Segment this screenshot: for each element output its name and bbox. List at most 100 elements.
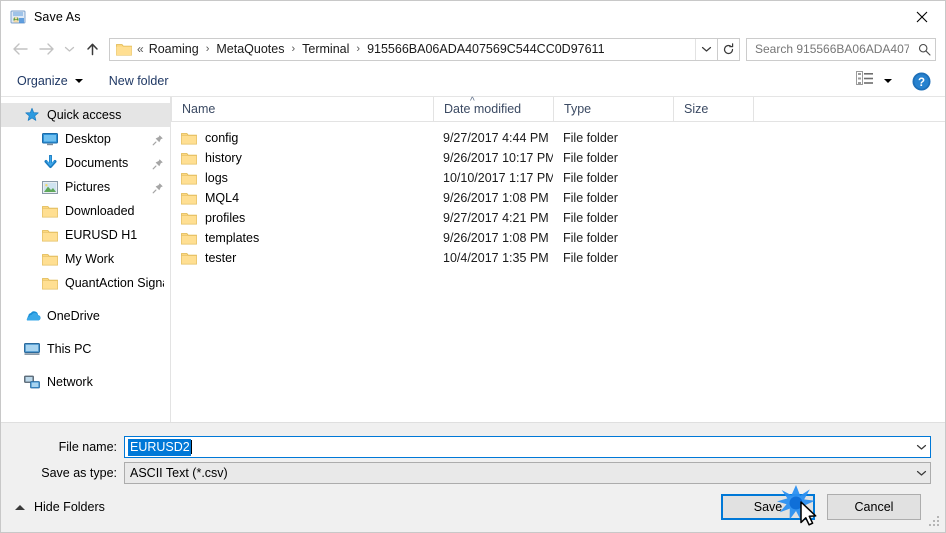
sidebar-item-label: Desktop bbox=[65, 132, 111, 146]
cancel-button[interactable]: Cancel bbox=[827, 494, 921, 520]
column-header-type[interactable]: Type bbox=[553, 97, 673, 121]
file-name-input[interactable]: EURUSD2 bbox=[124, 436, 931, 458]
table-row[interactable]: config 9/27/2017 4:44 PM File folder bbox=[171, 128, 945, 148]
breadcrumb-item-1[interactable]: MetaQuotes bbox=[214, 42, 286, 56]
sidebar-item-label: This PC bbox=[47, 342, 92, 356]
sidebar-item-network[interactable]: Network bbox=[1, 370, 170, 394]
file-name-dropdown-icon[interactable] bbox=[913, 437, 930, 457]
sidebar-item-this-pc[interactable]: This PC bbox=[1, 337, 170, 361]
file-row-name: templates bbox=[171, 231, 433, 245]
breadcrumb-separator: › bbox=[291, 42, 296, 55]
pin-icon[interactable] bbox=[152, 181, 164, 194]
sidebar-item-quantaction-signal[interactable]: QuantAction Signal bbox=[1, 271, 170, 295]
sidebar-item-eurusd-h1[interactable]: EURUSD H1 bbox=[1, 223, 170, 247]
sidebar-item-label: Downloaded bbox=[65, 204, 135, 218]
sidebar-item-desktop[interactable]: Desktop bbox=[1, 127, 170, 151]
sidebar-item-documents[interactable]: Documents bbox=[1, 151, 170, 175]
breadcrumb-item-0[interactable]: Roaming bbox=[147, 42, 201, 56]
breadcrumb-item-3[interactable]: 915566BA06ADA407569C544CC0D97611 bbox=[365, 42, 606, 56]
folder-icon bbox=[181, 151, 197, 165]
file-row-type: File folder bbox=[563, 131, 618, 145]
address-dropdown-icon[interactable] bbox=[695, 38, 717, 60]
table-row[interactable]: logs 10/10/2017 1:17 PM File folder bbox=[171, 168, 945, 188]
folder-icon bbox=[181, 211, 197, 225]
pin-icon[interactable] bbox=[152, 133, 164, 146]
save-button[interactable]: Save bbox=[721, 494, 815, 520]
search-input[interactable] bbox=[747, 42, 913, 56]
file-row-date: 10/4/2017 1:35 PM bbox=[443, 251, 549, 265]
file-row-type: File folder bbox=[563, 191, 618, 205]
refresh-button[interactable] bbox=[718, 37, 740, 61]
view-mode-button[interactable] bbox=[856, 71, 892, 91]
table-row[interactable]: tester 10/4/2017 1:35 PM File folder bbox=[171, 248, 945, 268]
file-name-text: tester bbox=[205, 251, 237, 265]
save-as-icon bbox=[10, 9, 26, 25]
column-header-size[interactable]: Size bbox=[673, 97, 753, 121]
text-caret bbox=[190, 440, 192, 454]
forward-button[interactable] bbox=[33, 36, 59, 62]
back-button[interactable] bbox=[7, 36, 33, 62]
window-title: Save As bbox=[34, 9, 81, 24]
hide-folders-label: Hide Folders bbox=[34, 500, 105, 514]
sidebar-item-downloaded[interactable]: Downloaded bbox=[1, 199, 170, 223]
folder-icon bbox=[181, 171, 197, 185]
pin-icon[interactable] bbox=[152, 157, 164, 170]
file-rows: config 9/27/2017 4:44 PM File folder histor… bbox=[171, 122, 945, 268]
save-button-label: Save bbox=[753, 500, 783, 514]
column-header-date-modified[interactable]: Date modified bbox=[433, 97, 553, 121]
folder-icon bbox=[41, 251, 59, 267]
folder-icon bbox=[41, 275, 59, 291]
file-row-name: history bbox=[171, 151, 433, 165]
file-name-value: EURUSD2 bbox=[128, 438, 191, 456]
save-as-type-row: Save as type: ASCII Text (*.csv) bbox=[1, 462, 945, 484]
search-box[interactable] bbox=[746, 37, 936, 61]
new-folder-button[interactable]: New folder bbox=[109, 66, 169, 96]
close-button[interactable] bbox=[899, 1, 945, 32]
sidebar-item-onedrive[interactable]: OneDrive bbox=[1, 304, 170, 328]
pictures-icon bbox=[41, 179, 59, 195]
organize-button[interactable]: Organize bbox=[17, 66, 83, 96]
new-folder-label: New folder bbox=[108, 74, 169, 88]
breadcrumb-overflow[interactable]: « bbox=[136, 43, 147, 55]
sidebar-item-label: QuantAction Signal bbox=[65, 276, 164, 290]
recent-locations-button[interactable] bbox=[59, 36, 79, 62]
file-row-name: logs bbox=[171, 171, 433, 185]
folder-icon bbox=[181, 191, 197, 205]
sidebar-item-label: My Work bbox=[65, 252, 115, 266]
search-icon bbox=[913, 43, 935, 56]
file-row-type: File folder bbox=[563, 251, 618, 265]
column-header-name[interactable]: Name bbox=[171, 97, 433, 121]
save-as-type-select[interactable]: ASCII Text (*.csv) bbox=[124, 462, 931, 484]
chevron-down-icon bbox=[884, 79, 892, 83]
table-row[interactable]: MQL4 9/26/2017 1:08 PM File folder bbox=[171, 188, 945, 208]
dialog-body: Quick access Desktop Documents Pictures Down… bbox=[1, 97, 945, 422]
file-name-text: logs bbox=[205, 171, 228, 185]
file-row-name: config bbox=[171, 131, 433, 145]
title-bar: Save As bbox=[1, 1, 945, 32]
breadcrumb-item-2[interactable]: Terminal bbox=[300, 42, 351, 56]
address-bar[interactable]: « Roaming › MetaQuotes › Terminal › 9155… bbox=[109, 37, 718, 61]
table-row[interactable]: templates 9/26/2017 1:08 PM File folder bbox=[171, 228, 945, 248]
up-button[interactable] bbox=[79, 36, 105, 62]
table-row[interactable]: history 9/26/2017 10:17 PM File folder bbox=[171, 148, 945, 168]
file-name-text: history bbox=[205, 151, 242, 165]
sort-ascending-icon: ^ bbox=[470, 96, 475, 107]
desktop-icon bbox=[41, 131, 59, 147]
sidebar-item-pictures[interactable]: Pictures bbox=[1, 175, 170, 199]
sidebar-item-quick-access[interactable]: Quick access bbox=[1, 103, 170, 127]
star-icon bbox=[23, 107, 41, 123]
resize-grip-icon[interactable] bbox=[929, 513, 942, 526]
file-row-type: File folder bbox=[563, 231, 618, 245]
table-row[interactable]: profiles 9/27/2017 4:21 PM File folder bbox=[171, 208, 945, 228]
organize-label: Organize bbox=[17, 74, 68, 88]
sidebar-item-my-work[interactable]: My Work bbox=[1, 247, 170, 271]
file-name-row: File name: EURUSD2 bbox=[1, 436, 945, 458]
file-name-text: MQL4 bbox=[205, 191, 240, 205]
svg-text:?: ? bbox=[918, 77, 925, 89]
hide-folders-button[interactable]: Hide Folders bbox=[15, 500, 105, 514]
save-as-type-dropdown-icon[interactable] bbox=[913, 463, 930, 483]
column-header-row: ^ Name Date modified Type Size bbox=[171, 97, 945, 122]
help-button[interactable]: ? bbox=[912, 72, 931, 91]
